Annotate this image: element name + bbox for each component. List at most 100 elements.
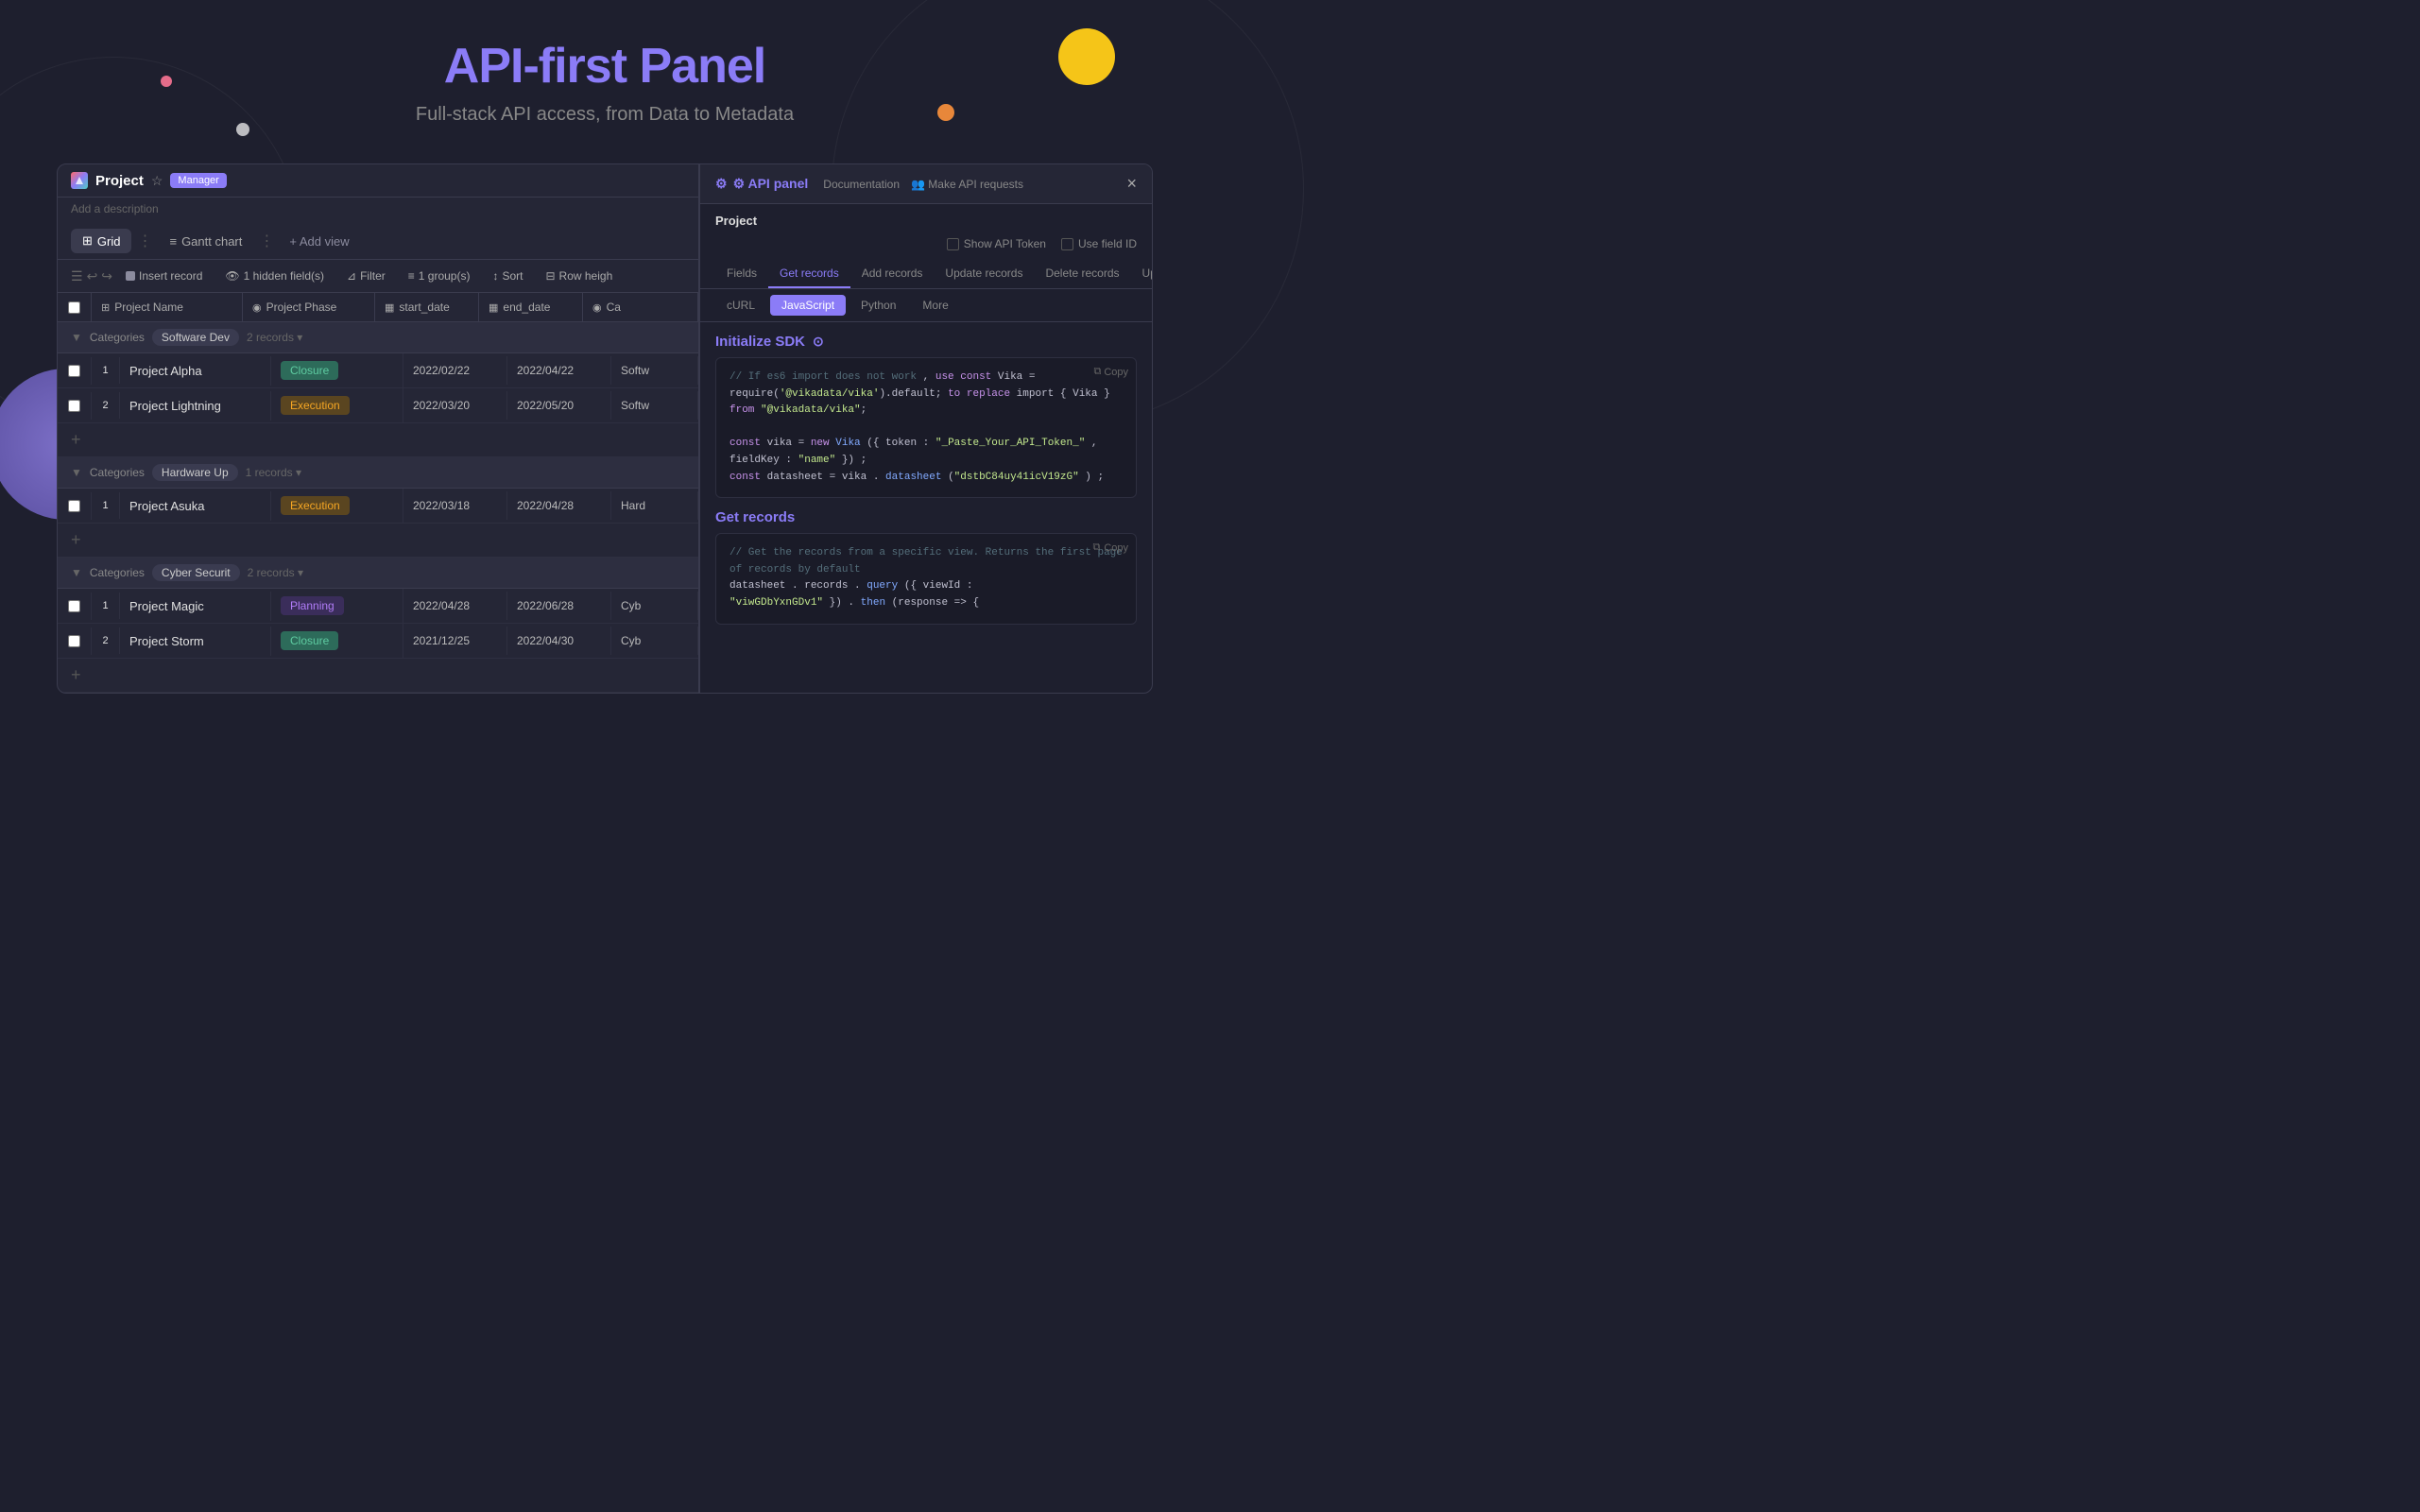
row-num: 1 bbox=[92, 357, 120, 384]
tab-get-records[interactable]: Get records bbox=[768, 260, 850, 288]
col-header-project-phase: ◉ Project Phase bbox=[243, 293, 375, 321]
row-num: 2 bbox=[92, 627, 120, 654]
group-arrow-1[interactable]: ▼ bbox=[71, 331, 82, 344]
hidden-fields-button[interactable]: 👁 1 hidden field(s) bbox=[215, 266, 334, 286]
tab-update-records[interactable]: Update records bbox=[934, 260, 1034, 288]
group-icon: ≡ bbox=[408, 269, 415, 283]
row-height-button[interactable]: ⊟ Row heigh bbox=[536, 266, 622, 286]
tab-delete-records[interactable]: Delete records bbox=[1034, 260, 1130, 288]
page-title: API-first Panel bbox=[0, 38, 1210, 94]
filter-button[interactable]: ⊿ Filter bbox=[337, 266, 395, 286]
row-project-name: Project Asuka bbox=[120, 491, 271, 521]
cat-icon: ◉ bbox=[592, 301, 602, 314]
api-panel-header: ⚙ ⚙ API panel Documentation 👥 Make API r… bbox=[700, 164, 1152, 204]
record-dot bbox=[126, 271, 135, 281]
row-start-date: 2022/04/28 bbox=[403, 592, 507, 620]
copy-icon: ⧉ bbox=[1093, 366, 1101, 378]
subtab-javascript[interactable]: JavaScript bbox=[770, 295, 846, 316]
tab-add-records[interactable]: Add records bbox=[850, 260, 935, 288]
row-end-date: 2022/06/28 bbox=[507, 592, 611, 620]
phase-badge: Planning bbox=[281, 596, 344, 615]
group-button[interactable]: ≡ 1 group(s) bbox=[399, 266, 480, 286]
add-row-2[interactable]: + bbox=[58, 524, 698, 558]
table-row: 2 Project Lightning Execution 2022/03/20… bbox=[58, 388, 698, 423]
col-header-project-name: ⊞ Project Name bbox=[92, 293, 243, 321]
sort-button[interactable]: ↕ Sort bbox=[483, 266, 532, 286]
table-header: ⊞ Project Name ◉ Project Phase ▦ start_d… bbox=[58, 293, 698, 322]
tab-upload-attachments[interactable]: Upload attachmen bbox=[1131, 260, 1153, 288]
row-checkbox[interactable] bbox=[58, 627, 92, 655]
nav-arrows: ☰ bbox=[71, 268, 83, 284]
row-start-date: 2021/12/25 bbox=[403, 627, 507, 655]
add-view-button[interactable]: + Add view bbox=[280, 230, 358, 253]
use-field-id-option[interactable]: Use field ID bbox=[1061, 237, 1137, 250]
group-hardware-up: ▼ Categories Hardware Up 1 records ▾ bbox=[58, 457, 698, 489]
undo-icon[interactable]: ↩ bbox=[87, 268, 98, 284]
row-phase: Planning bbox=[271, 589, 403, 623]
group-label-3: Categories bbox=[90, 566, 145, 579]
main-content: Project ☆ Manager Add a description ⊞ Gr… bbox=[57, 163, 1153, 694]
row-num: 1 bbox=[92, 492, 120, 519]
group-tag-software-dev: Software Dev bbox=[152, 329, 239, 346]
github-icon: ⊙ bbox=[813, 334, 824, 350]
show-api-token-checkbox[interactable] bbox=[947, 238, 959, 250]
row-checkbox[interactable] bbox=[58, 392, 92, 420]
star-icon[interactable]: ☆ bbox=[151, 173, 163, 189]
add-row-3[interactable]: + bbox=[58, 659, 698, 693]
add-row-1[interactable]: + bbox=[58, 423, 698, 457]
select-all-checkbox[interactable] bbox=[68, 301, 80, 314]
show-api-token-option[interactable]: Show API Token bbox=[947, 237, 1046, 250]
group-label-1: Categories bbox=[90, 331, 145, 344]
documentation-link[interactable]: Documentation bbox=[823, 178, 900, 191]
checkbox-header[interactable] bbox=[58, 293, 92, 321]
row-end-date: 2022/05/20 bbox=[507, 391, 611, 420]
row-checkbox[interactable] bbox=[58, 492, 92, 520]
add-description[interactable]: Add a description bbox=[71, 202, 159, 215]
group-tag-cyber-security: Cyber Securit bbox=[152, 564, 240, 581]
row-checkbox[interactable] bbox=[58, 357, 92, 385]
group-arrow-2[interactable]: ▼ bbox=[71, 466, 82, 479]
tab-gantt[interactable]: ≡ Gantt chart bbox=[158, 230, 253, 253]
subtab-more[interactable]: More bbox=[911, 295, 959, 316]
phase-badge: Closure bbox=[281, 631, 338, 650]
row-phase: Execution bbox=[271, 489, 403, 523]
row-num: 1 bbox=[92, 593, 120, 619]
group-tag-hardware-up: Hardware Up bbox=[152, 464, 238, 481]
row-phase: Closure bbox=[271, 624, 403, 658]
api-panel-title: ⚙ ⚙ API panel bbox=[715, 176, 808, 192]
api-gear-icon: ⚙ bbox=[715, 176, 728, 192]
make-api-link[interactable]: 👥 Make API requests bbox=[911, 178, 1023, 191]
group-arrow-3[interactable]: ▼ bbox=[71, 566, 82, 579]
table-row: 1 Project Alpha Closure 2022/02/22 2022/… bbox=[58, 353, 698, 388]
end-date-icon: ▦ bbox=[489, 301, 498, 314]
row-cat: Softw bbox=[611, 391, 698, 420]
row-project-name: Project Alpha bbox=[120, 356, 271, 386]
close-button[interactable]: × bbox=[1126, 174, 1137, 194]
page-subtitle: Full-stack API access, from Data to Meta… bbox=[0, 104, 1210, 126]
row-checkbox[interactable] bbox=[58, 593, 92, 620]
insert-record-button[interactable]: Insert record bbox=[116, 266, 212, 286]
tab-fields[interactable]: Fields bbox=[715, 260, 768, 288]
row-end-date: 2022/04/30 bbox=[507, 627, 611, 655]
tab-grid[interactable]: ⊞ Grid bbox=[71, 229, 131, 253]
row-end-date: 2022/04/28 bbox=[507, 491, 611, 520]
use-field-id-checkbox[interactable] bbox=[1061, 238, 1073, 250]
group-label-2: Categories bbox=[90, 466, 145, 479]
group-count-1: 2 records ▾ bbox=[247, 331, 302, 344]
grid-icon: ⊞ bbox=[82, 233, 93, 249]
subtab-python[interactable]: Python bbox=[850, 295, 907, 316]
redo-icon[interactable]: ↪ bbox=[101, 268, 112, 284]
group-cyber-security: ▼ Categories Cyber Securit 2 records ▾ bbox=[58, 558, 698, 589]
start-date-icon: ▦ bbox=[385, 301, 394, 314]
page-header: API-first Panel Full-stack API access, f… bbox=[0, 0, 1210, 145]
phase-badge: Execution bbox=[281, 496, 350, 515]
subtab-curl[interactable]: cURL bbox=[715, 295, 766, 316]
copy-get-records-button[interactable]: ⧉ Copy bbox=[1092, 541, 1128, 554]
title-accent: Panel bbox=[639, 39, 765, 94]
copy-init-button[interactable]: ⧉ Copy bbox=[1093, 366, 1128, 378]
row-end-date: 2022/04/22 bbox=[507, 356, 611, 385]
table-row: 1 Project Magic Planning 2022/04/28 2022… bbox=[58, 589, 698, 624]
api-tabs: Fields Get records Add records Update re… bbox=[700, 256, 1152, 289]
initialize-sdk-code-block: ⧉ Copy // If es6 import does not work , … bbox=[715, 357, 1137, 498]
col-header-end-date: ▦ end_date bbox=[479, 293, 583, 321]
